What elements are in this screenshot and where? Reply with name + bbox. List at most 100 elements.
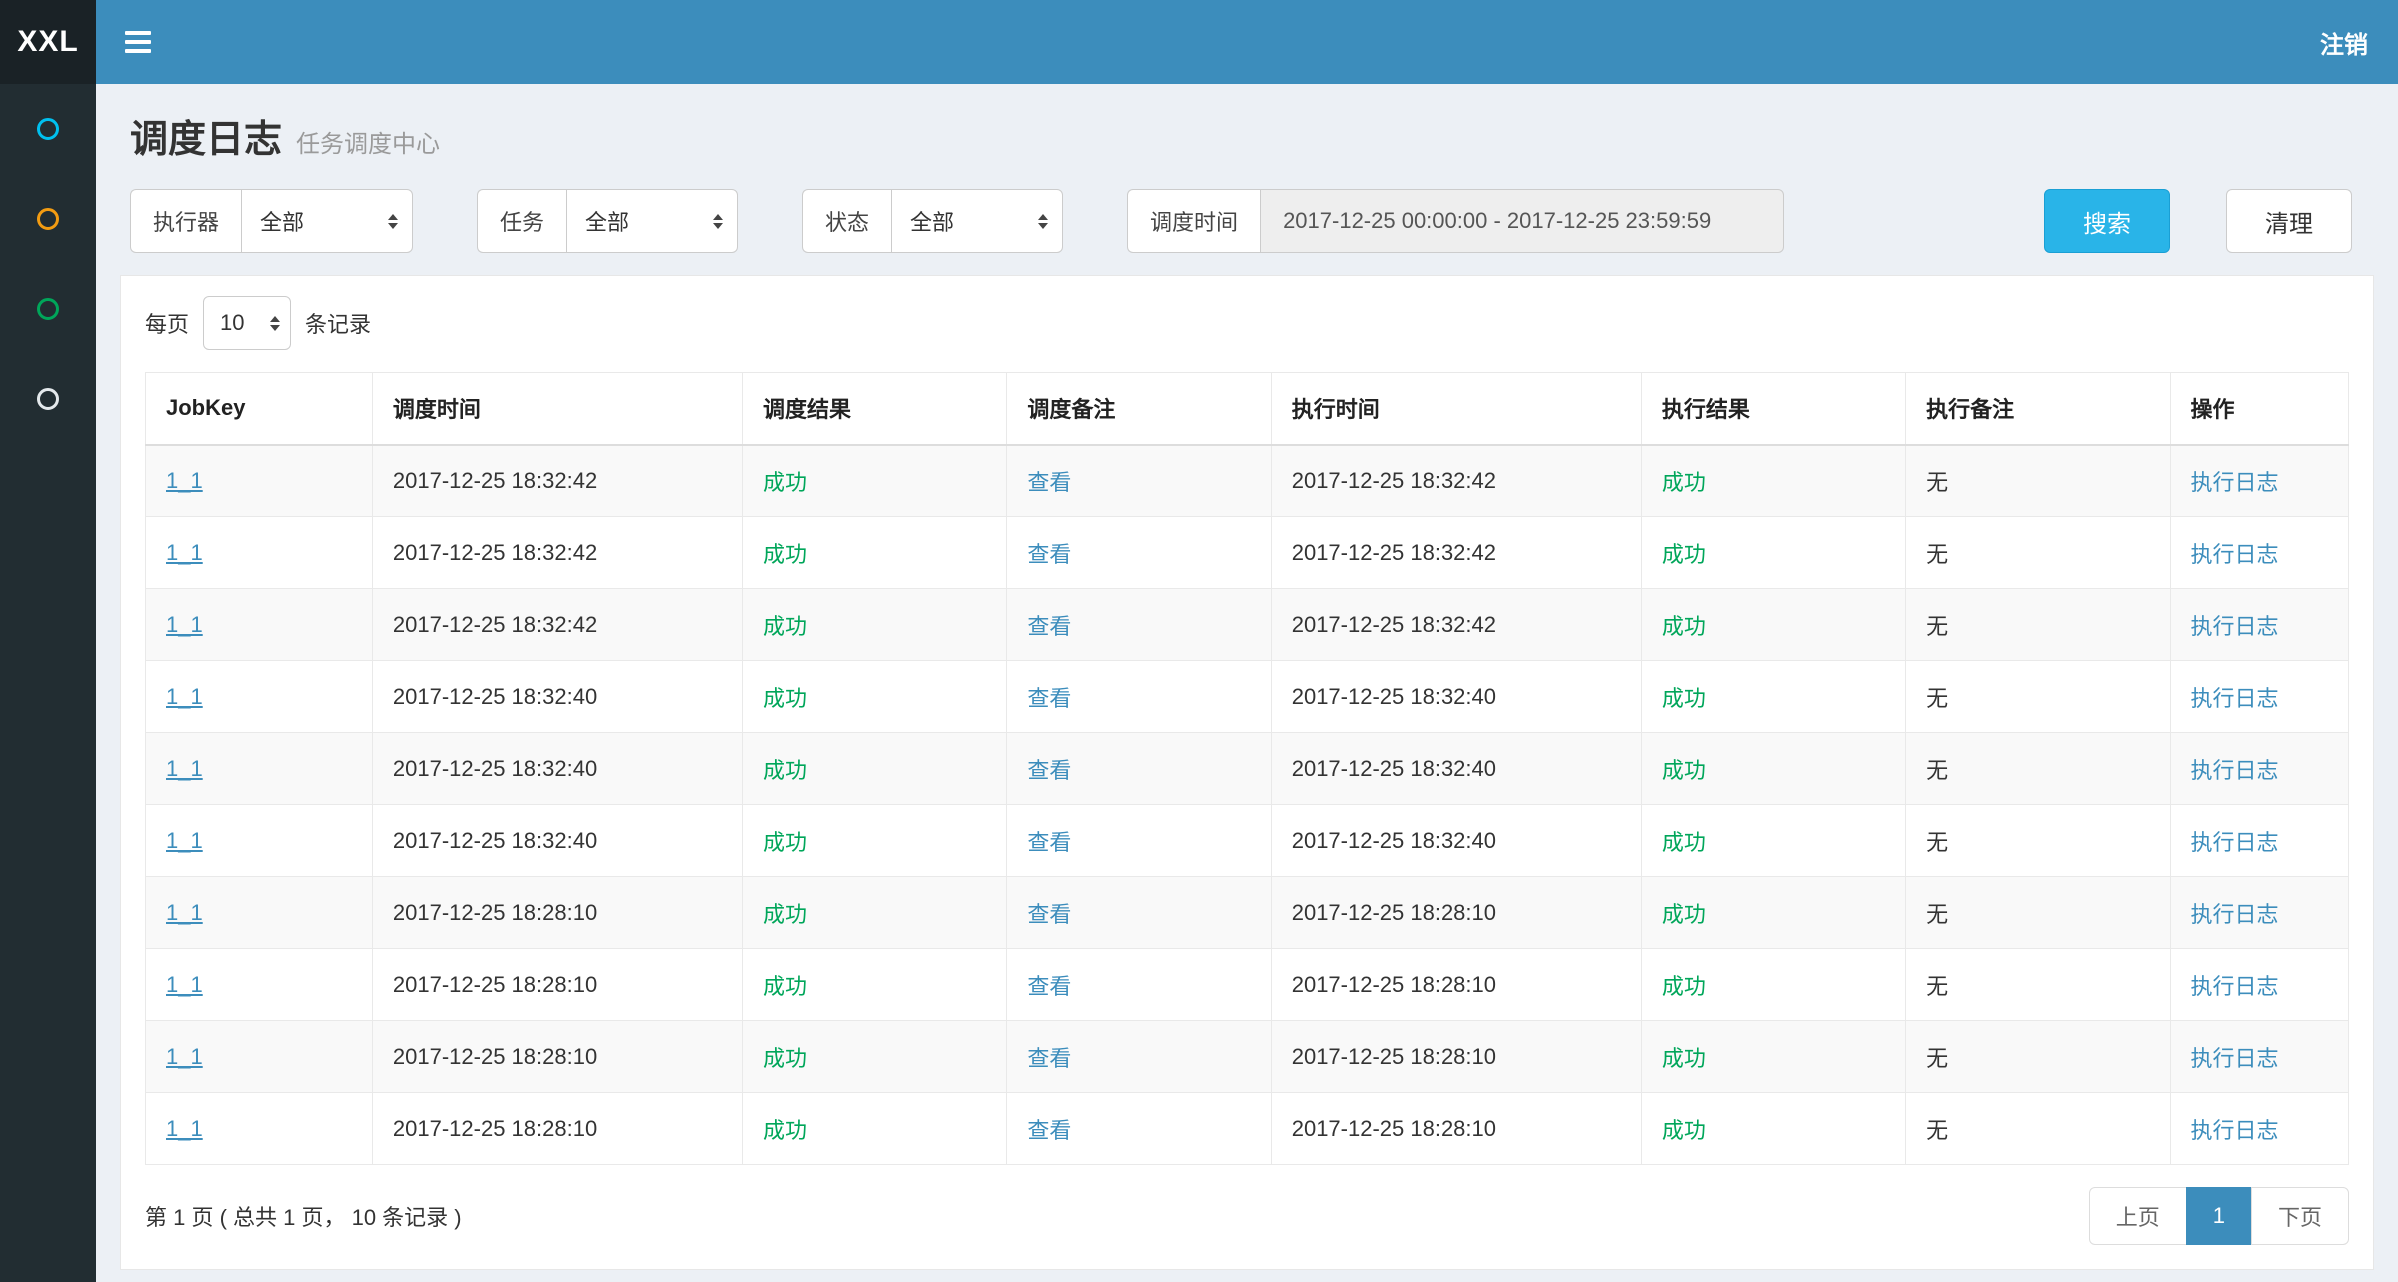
page-title: 调度日志 (130, 108, 282, 163)
dispatch-time-cell: 2017-12-25 18:28:10 (372, 877, 742, 949)
view-remark-link[interactable]: 查看 (1027, 902, 1071, 927)
exec-log-link[interactable]: 执行日志 (2191, 470, 2279, 495)
current-page-button[interactable]: 1 (2186, 1187, 2252, 1245)
jobkey-link[interactable]: 1_1 (166, 972, 203, 997)
dispatch-result-text: 成功 (763, 686, 807, 711)
action-cell: 执行日志 (2170, 1021, 2348, 1093)
jobkey-link[interactable]: 1_1 (166, 828, 203, 853)
logout-link[interactable]: 注销 (2290, 25, 2398, 60)
view-remark-link[interactable]: 查看 (1027, 470, 1071, 495)
job-filter-label: 任务 (477, 189, 566, 253)
prev-page-button[interactable]: 上页 (2089, 1187, 2187, 1245)
column-header-7: 执行备注 (1906, 373, 2170, 445)
exec-log-link[interactable]: 执行日志 (2191, 614, 2279, 639)
exec-remark-cell: 无 (1906, 805, 2170, 877)
circle-green-icon (37, 298, 59, 320)
exec-result-text: 成功 (1662, 1046, 1706, 1071)
sidebar-item-4[interactable] (0, 354, 96, 444)
exec-result-text: 成功 (1662, 974, 1706, 999)
view-remark-link[interactable]: 查看 (1027, 1046, 1071, 1071)
exec-log-link[interactable]: 执行日志 (2191, 830, 2279, 855)
select-arrows-icon (1038, 214, 1048, 229)
jobkey-link[interactable]: 1_1 (166, 1116, 203, 1141)
exec-result-cell: 成功 (1641, 1093, 1905, 1165)
status-filter-select[interactable]: 全部 (891, 189, 1063, 253)
jobkey-link[interactable]: 1_1 (166, 1044, 203, 1069)
dispatch-result-text: 成功 (763, 542, 807, 567)
column-header-8: 操作 (2170, 373, 2348, 445)
view-remark-link[interactable]: 查看 (1027, 686, 1071, 711)
clear-button[interactable]: 清理 (2226, 189, 2352, 253)
dispatch-result-cell: 成功 (743, 1093, 1007, 1165)
sidebar-item-3[interactable] (0, 264, 96, 354)
dispatch-result-text: 成功 (763, 830, 807, 855)
log-row: 1_12017-12-25 18:32:42成功查看2017-12-25 18:… (146, 589, 2349, 661)
exec-result-text: 成功 (1662, 758, 1706, 783)
exec-log-link[interactable]: 执行日志 (2191, 1118, 2279, 1143)
time-range-input[interactable]: 2017-12-25 00:00:00 - 2017-12-25 23:59:5… (1260, 189, 1784, 253)
log-box: 每页 10 条记录 JobKey调度时间调度结果调度备注执行时间执行结果执行备注… (120, 275, 2374, 1270)
exec-log-link[interactable]: 执行日志 (2191, 758, 2279, 783)
exec-time-cell: 2017-12-25 18:32:42 (1271, 517, 1641, 589)
dispatch-time-cell: 2017-12-25 18:28:10 (372, 1093, 742, 1165)
exec-result-cell: 成功 (1641, 589, 1905, 661)
dispatch-result-text: 成功 (763, 974, 807, 999)
navbar-main: 注销 (96, 0, 2398, 84)
exec-result-cell: 成功 (1641, 517, 1905, 589)
dispatch-time-cell: 2017-12-25 18:32:40 (372, 733, 742, 805)
view-remark-link[interactable]: 查看 (1027, 542, 1071, 567)
view-remark-link[interactable]: 查看 (1027, 830, 1071, 855)
job-filter-value: 全部 (585, 205, 629, 237)
exec-log-link[interactable]: 执行日志 (2191, 902, 2279, 927)
executor-filter-select[interactable]: 全部 (241, 189, 413, 253)
sidebar-item-2[interactable] (0, 174, 96, 264)
next-page-button[interactable]: 下页 (2251, 1187, 2349, 1245)
view-remark-link[interactable]: 查看 (1027, 974, 1071, 999)
jobkey-link[interactable]: 1_1 (166, 468, 203, 493)
page-subtitle: 任务调度中心 (296, 124, 440, 159)
page-size-value: 10 (220, 310, 244, 336)
view-remark-link[interactable]: 查看 (1027, 758, 1071, 783)
exec-log-link[interactable]: 执行日志 (2191, 686, 2279, 711)
job-filter-group: 任务 全部 (477, 189, 738, 253)
jobkey-link[interactable]: 1_1 (166, 612, 203, 637)
exec-remark-cell: 无 (1906, 733, 2170, 805)
jobkey-link[interactable]: 1_1 (166, 756, 203, 781)
log-row: 1_12017-12-25 18:32:42成功查看2017-12-25 18:… (146, 445, 2349, 517)
dispatch-time-cell: 2017-12-25 18:32:40 (372, 805, 742, 877)
jobkey-link[interactable]: 1_1 (166, 684, 203, 709)
exec-time-cell: 2017-12-25 18:32:40 (1271, 661, 1641, 733)
page-size-select[interactable]: 10 (203, 296, 291, 350)
jobkey-cell: 1_1 (146, 1021, 373, 1093)
log-table: JobKey调度时间调度结果调度备注执行时间执行结果执行备注操作 1_12017… (145, 372, 2349, 1165)
app-logo[interactable]: XXL (0, 0, 96, 84)
exec-remark-cell: 无 (1906, 517, 2170, 589)
dispatch-remark-cell: 查看 (1007, 1093, 1271, 1165)
dispatch-time-cell: 2017-12-25 18:28:10 (372, 1021, 742, 1093)
job-filter-select[interactable]: 全部 (566, 189, 738, 253)
dispatch-remark-cell: 查看 (1007, 661, 1271, 733)
jobkey-cell: 1_1 (146, 805, 373, 877)
sidebar-toggle-button[interactable] (96, 0, 180, 84)
dispatch-time-cell: 2017-12-25 18:32:42 (372, 589, 742, 661)
exec-log-link[interactable]: 执行日志 (2191, 1046, 2279, 1071)
exec-result-text: 成功 (1662, 902, 1706, 927)
dispatch-remark-cell: 查看 (1007, 1021, 1271, 1093)
sidebar-item-1[interactable] (0, 84, 96, 174)
exec-result-text: 成功 (1662, 1118, 1706, 1143)
log-row: 1_12017-12-25 18:32:40成功查看2017-12-25 18:… (146, 805, 2349, 877)
view-remark-link[interactable]: 查看 (1027, 614, 1071, 639)
jobkey-cell: 1_1 (146, 661, 373, 733)
log-row: 1_12017-12-25 18:28:10成功查看2017-12-25 18:… (146, 949, 2349, 1021)
exec-log-link[interactable]: 执行日志 (2191, 542, 2279, 567)
view-remark-link[interactable]: 查看 (1027, 1118, 1071, 1143)
exec-result-text: 成功 (1662, 614, 1706, 639)
dispatch-result-cell: 成功 (743, 805, 1007, 877)
search-button[interactable]: 搜索 (2044, 189, 2170, 253)
exec-time-cell: 2017-12-25 18:28:10 (1271, 1021, 1641, 1093)
jobkey-link[interactable]: 1_1 (166, 900, 203, 925)
page-size-row: 每页 10 条记录 (145, 296, 2349, 350)
dispatch-time-cell: 2017-12-25 18:32:42 (372, 517, 742, 589)
jobkey-link[interactable]: 1_1 (166, 540, 203, 565)
exec-log-link[interactable]: 执行日志 (2191, 974, 2279, 999)
